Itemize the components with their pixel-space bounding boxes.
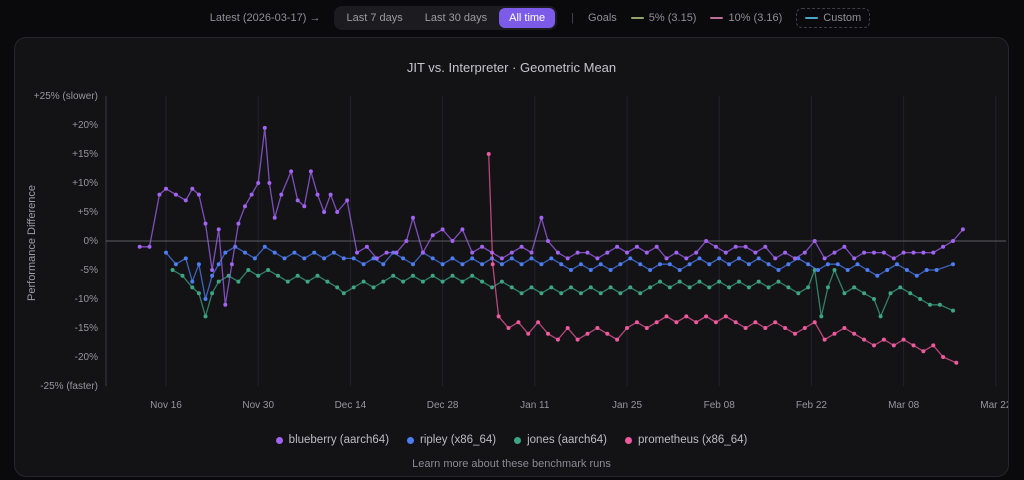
goal-10-percent[interactable]: 10% (3.16) xyxy=(710,12,782,24)
legend-item-ripley[interactable]: ripley (x86_64) xyxy=(407,434,496,446)
series-prometheus xyxy=(487,152,959,365)
series-line-prometheus xyxy=(489,154,957,363)
legend-label: ripley (x86_64) xyxy=(420,434,496,446)
time-range-selector: Last 7 days Last 30 days All time xyxy=(334,6,557,30)
separator: | xyxy=(571,12,574,24)
svg-text:+25% (slower): +25% (slower) xyxy=(34,91,98,102)
svg-text:+5%: +5% xyxy=(78,207,98,218)
x-tick-labels: Nov 16 Nov 30 Dec 14 Dec 28 Jan 11 Jan 25 Feb … xyxy=(150,400,1009,411)
svg-text:-15%: -15% xyxy=(75,323,98,334)
chart-title: JIT vs. Interpreter · Geometric Mean xyxy=(15,60,1008,75)
goal-label: 10% (3.16) xyxy=(728,12,782,24)
legend-label: blueberry (aarch64) xyxy=(289,434,389,446)
svg-text:-20%: -20% xyxy=(75,352,98,363)
svg-text:+10%: +10% xyxy=(72,178,98,189)
chart-card: JIT vs. Interpreter · Geometric Mean Per… xyxy=(14,37,1009,477)
learn-more-link[interactable]: Learn more about these benchmark runs xyxy=(15,458,1008,470)
svg-text:-10%: -10% xyxy=(75,294,98,305)
range-button-all-time[interactable]: All time xyxy=(499,8,555,28)
legend-dot xyxy=(514,437,521,444)
svg-text:0%: 0% xyxy=(84,236,99,247)
top-bar: Latest (2026-03-17) → Last 7 days Last 3… xyxy=(0,0,1024,36)
series-points-prometheus[interactable] xyxy=(487,152,959,365)
goal-label: Custom xyxy=(823,12,861,24)
latest-date-link[interactable]: Latest (2026-03-17) → xyxy=(210,12,321,24)
series-jones xyxy=(171,268,955,318)
series-blueberry xyxy=(138,126,965,307)
svg-text:Feb 08: Feb 08 xyxy=(704,400,736,411)
svg-text:Dec 14: Dec 14 xyxy=(335,400,367,411)
legend-dot xyxy=(276,437,283,444)
goal-custom[interactable]: Custom xyxy=(796,8,870,28)
y-tick-labels: +25% (slower) +20% +15% +10% +5% 0% -5% -10% -15… xyxy=(34,91,98,392)
goal-5-percent[interactable]: 5% (3.15) xyxy=(631,12,697,24)
goal-line-swatch xyxy=(631,17,644,19)
goal-line-swatch xyxy=(710,17,723,19)
range-button-last-7-days[interactable]: Last 7 days xyxy=(336,8,412,28)
legend-label: prometheus (x86_64) xyxy=(638,434,747,446)
svg-text:Jan 25: Jan 25 xyxy=(612,400,642,411)
series-line-blueberry xyxy=(140,128,963,305)
svg-text:Mar 22: Mar 22 xyxy=(980,400,1009,411)
svg-text:Jan 11: Jan 11 xyxy=(520,400,550,411)
series-line-ripley xyxy=(166,247,953,299)
goal-label: 5% (3.15) xyxy=(649,12,697,24)
legend-dot xyxy=(407,437,414,444)
svg-text:Nov 30: Nov 30 xyxy=(242,400,274,411)
legend-dot xyxy=(625,437,632,444)
range-button-last-30-days[interactable]: Last 30 days xyxy=(415,8,497,28)
svg-text:Feb 22: Feb 22 xyxy=(796,400,828,411)
legend-item-blueberry[interactable]: blueberry (aarch64) xyxy=(276,434,389,446)
goals-label: Goals xyxy=(588,12,617,24)
legend-item-jones[interactable]: jones (aarch64) xyxy=(514,434,607,446)
svg-text:-25% (faster): -25% (faster) xyxy=(40,381,98,392)
chart-plot[interactable]: +25% (slower) +20% +15% +10% +5% 0% -5% -10% -15… xyxy=(15,86,1009,451)
svg-text:+20%: +20% xyxy=(72,120,98,131)
legend-item-prometheus[interactable]: prometheus (x86_64) xyxy=(625,434,747,446)
svg-text:+15%: +15% xyxy=(72,149,98,160)
chart-legend: blueberry (aarch64) ripley (x86_64) jones … xyxy=(15,434,1008,446)
goal-line-swatch xyxy=(805,17,818,19)
svg-text:Mar 08: Mar 08 xyxy=(888,400,920,411)
svg-text:Dec 28: Dec 28 xyxy=(427,400,459,411)
svg-text:-5%: -5% xyxy=(80,265,98,276)
legend-label: jones (aarch64) xyxy=(527,434,607,446)
svg-text:Nov 16: Nov 16 xyxy=(150,400,182,411)
